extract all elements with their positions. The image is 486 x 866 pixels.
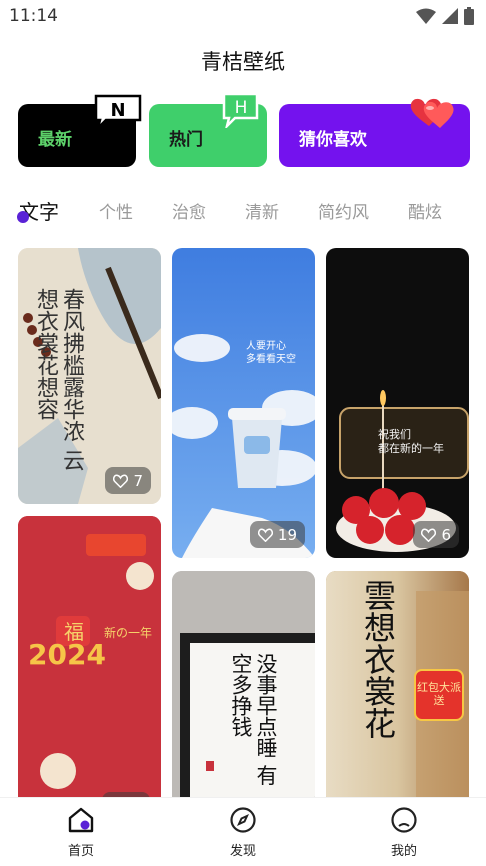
card-caption-line: 都在新的一年 [378, 442, 444, 455]
card-calligraphy-line: 雲想衣裳花 [359, 579, 397, 739]
card-calligraphy-line: 没事早点睡 [254, 653, 278, 758]
compass-icon [230, 807, 256, 833]
wallpaper-card[interactable]: 雲想衣裳花 红包大派送 [326, 571, 469, 806]
heart-outline-icon [113, 474, 129, 488]
nav-profile-label: 我的 [390, 844, 417, 859]
card-caption-line: 新の一年 [104, 626, 153, 640]
signal-icon [442, 8, 458, 24]
wallpaper-card[interactable]: 春风拂槛露华浓 云想衣裳花想容 7 [18, 248, 161, 504]
nav-home-label: 首页 [67, 844, 94, 859]
nav-profile[interactable]: 我的 [374, 806, 434, 859]
category-tabs: 文字 个性 治愈 清新 简约风 酷炫 [0, 194, 486, 230]
card-caption-line: 祝我们 [378, 428, 411, 441]
hot-badge-letter: H [235, 98, 248, 118]
like-count-badge[interactable]: 6 [413, 521, 459, 548]
status-time: 11:14 [9, 6, 58, 26]
new-badge-icon: N [94, 94, 142, 130]
tab-kuxuan[interactable]: 酷炫 [408, 198, 442, 223]
app-title: 青桔壁纸 [201, 50, 285, 74]
red-envelope-promo[interactable]: 红包大派送 [414, 669, 464, 721]
card-caption-line: 人要开心 [246, 341, 286, 352]
wallpaper-card[interactable]: 2024 福 新の一年 [18, 516, 161, 806]
nav-discover-label: 发现 [229, 844, 256, 859]
status-icons [416, 7, 474, 25]
tab-gexing[interactable]: 个性 [99, 198, 133, 223]
nav-discover[interactable]: 发现 [213, 806, 273, 859]
latest-category-button[interactable]: 最新 N [18, 94, 142, 167]
card-caption-line: 多看看天空 [246, 354, 296, 365]
nav-home[interactable]: 首页 [51, 806, 111, 859]
like-count: 7 [133, 471, 143, 490]
like-count: 6 [441, 525, 451, 544]
heart-outline-icon [257, 528, 273, 542]
heart-outline-icon [421, 528, 437, 542]
active-tab-indicator [17, 211, 29, 223]
like-count-badge[interactable]: 19 [249, 521, 305, 548]
hot-category-button[interactable]: 热门 H [149, 92, 267, 167]
hot-label: 热门 [169, 130, 203, 150]
profile-icon [391, 807, 417, 833]
tab-jianyuefeng[interactable]: 简约风 [318, 198, 369, 223]
tab-zhiyu[interactable]: 治愈 [172, 198, 206, 223]
like-count-badge[interactable]: 7 [105, 467, 151, 494]
like-count: 19 [277, 525, 297, 544]
status-bar: 11:14 [0, 0, 486, 34]
home-icon [68, 807, 94, 833]
guess-you-like-button[interactable]: 猜你喜欢 [279, 98, 470, 167]
wallpaper-image [326, 248, 469, 558]
card-calligraphy-line: 春风拂槛露华浓 [59, 288, 84, 442]
wallpaper-card[interactable]: 人要开心 多看看天空 19 [172, 248, 315, 558]
card-fu-text: 福 [64, 620, 84, 644]
bottom-navigation: 首页 发现 我的 [0, 797, 486, 866]
red-envelope-label: 红包大派送 [417, 681, 461, 707]
heart-icon [410, 98, 454, 128]
wallpaper-card[interactable]: 祝我们 都在新的一年 6 [326, 248, 469, 558]
wifi-icon [416, 8, 436, 24]
hot-badge-icon: H [222, 92, 259, 128]
wallpaper-card[interactable]: 没事早点睡 有空多挣钱 [172, 571, 315, 806]
wallpaper-image [172, 248, 315, 558]
guess-you-like-label: 猜你喜欢 [299, 130, 367, 150]
latest-label: 最新 [38, 130, 72, 150]
battery-icon [464, 7, 474, 25]
tab-qingxin[interactable]: 清新 [245, 198, 279, 223]
new-badge-letter: N [110, 100, 125, 121]
